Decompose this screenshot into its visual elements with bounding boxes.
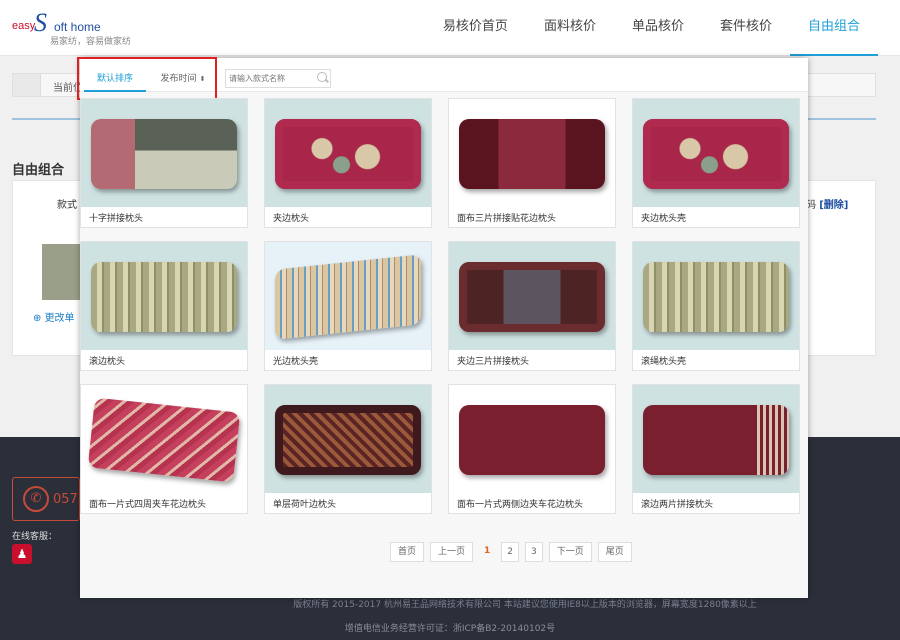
product-image xyxy=(449,242,615,350)
nav-set-pricing[interactable]: 套件核价 xyxy=(702,0,790,56)
site-logo[interactable]: easy S oft home 易家纺，容易做家纺 xyxy=(12,10,142,50)
product-image xyxy=(633,99,799,207)
product-image xyxy=(81,99,247,207)
product-name: 夹边枕头 xyxy=(273,214,310,224)
product-name: 十字拼接枕头 xyxy=(89,214,144,224)
delete-link[interactable]: [删除] xyxy=(819,200,848,211)
product-card[interactable]: 滚绳枕头壳 xyxy=(632,241,800,371)
qq-icon[interactable]: ♟ xyxy=(12,544,32,564)
pager-prev[interactable]: 上一页 xyxy=(430,542,474,562)
product-image xyxy=(633,242,799,350)
search-icon[interactable] xyxy=(317,72,327,82)
product-name: 面布三片拼接贴花边枕头 xyxy=(457,214,557,224)
nav-fabric-pricing[interactable]: 面料核价 xyxy=(526,0,614,56)
search-input[interactable] xyxy=(226,70,314,87)
pager-page-1[interactable]: 1 xyxy=(479,542,495,562)
product-image xyxy=(265,385,431,493)
product-card[interactable]: 十字拼接枕头 xyxy=(80,98,248,228)
product-name: 夹边三片拼接枕头 xyxy=(457,357,530,367)
product-card[interactable]: 光边枕头壳 xyxy=(264,241,432,371)
change-item-link[interactable]: ⊕ 更改单 xyxy=(33,309,75,324)
pillow-image xyxy=(643,119,789,189)
product-name: 滚绳枕头壳 xyxy=(641,357,687,367)
logo-s-mark: S xyxy=(34,8,47,37)
pillow-image xyxy=(275,405,421,475)
pillow-image xyxy=(275,119,421,189)
product-card[interactable]: 滚边枕头 xyxy=(80,241,248,371)
home-icon[interactable] xyxy=(13,74,41,96)
product-image xyxy=(449,99,615,207)
pillow-image xyxy=(459,262,605,332)
sort-default-tab[interactable]: 默认排序 xyxy=(84,68,146,92)
product-name: 面布一片式四周夹车花边枕头 xyxy=(89,500,207,510)
modal-toolbar: 默认排序 发布时间 ⬍ xyxy=(77,57,808,100)
pillow-image xyxy=(459,119,605,189)
main-nav: 易核价首页 面料核价 单品核价 套件核价 自由组合 xyxy=(425,0,878,56)
product-name: 单层荷叶边枕头 xyxy=(273,500,337,510)
product-card[interactable]: 滚边两片拼接枕头 xyxy=(632,384,800,514)
product-image xyxy=(265,99,431,207)
product-name: 面布一片式两侧边夹车花边枕头 xyxy=(457,500,584,510)
product-name: 滚边枕头 xyxy=(89,357,126,367)
logo-soft-home: oft home xyxy=(54,20,101,34)
online-service-label: 在线客服： xyxy=(12,532,58,542)
sort-time-tab[interactable]: 发布时间 ⬍ xyxy=(150,68,216,92)
pillow-image xyxy=(275,254,421,340)
column-style: 款式 xyxy=(57,200,77,211)
copyright-text: 版权所有 2015-2017 杭州易王品网络技术有限公司 本站建议您使用IE8以… xyxy=(293,600,757,610)
pillow-image xyxy=(87,397,241,483)
breadcrumb-text: 当前位 xyxy=(53,83,83,94)
product-card[interactable]: 夹边三片拼接枕头 xyxy=(448,241,616,371)
product-image xyxy=(81,385,247,493)
product-card[interactable]: 面布一片式两侧边夹车花边枕头 xyxy=(448,384,616,514)
phone-icon: ✆ xyxy=(23,486,49,512)
nav-free-combination[interactable]: 自由组合 xyxy=(789,0,878,56)
product-name: 夹边枕头壳 xyxy=(641,214,687,224)
logo-slogan: 易家纺，容易做家纺 xyxy=(50,37,132,47)
pager-first[interactable]: 首页 xyxy=(390,542,425,562)
product-card[interactable]: 夹边枕头 xyxy=(264,98,432,228)
product-card[interactable]: 夹边枕头壳 xyxy=(632,98,800,228)
pagination: 首页 上一页 1 2 3 下一页 尾页 xyxy=(390,542,632,562)
search-box xyxy=(225,69,331,88)
pillow-image xyxy=(91,119,237,189)
logo-easy: easy xyxy=(12,20,36,32)
pager-page-2[interactable]: 2 xyxy=(501,542,520,562)
nav-home[interactable]: 易核价首页 xyxy=(425,0,526,56)
pillow-image xyxy=(459,405,605,475)
column-code: 码 [删除] xyxy=(806,200,849,211)
icp-text: 增值电信业务经营许可证：浙ICP备B2-20140102号 xyxy=(344,624,556,634)
nav-single-pricing[interactable]: 单品核价 xyxy=(614,0,702,56)
product-picker-modal: 默认排序 发布时间⬍ 十字拼接枕头 夹边枕头 面布三片拼接贴花边枕头 夹边枕头壳 xyxy=(77,57,808,598)
site-header: easy S oft home 易家纺，容易做家纺 易核价首页 面料核价 单品核… xyxy=(0,0,900,56)
pager-page-3[interactable]: 3 xyxy=(525,542,543,562)
product-card[interactable]: 面布三片拼接贴花边枕头 xyxy=(448,98,616,228)
product-image xyxy=(81,242,247,350)
product-name: 滚边两片拼接枕头 xyxy=(641,500,714,510)
product-card[interactable]: 面布一片式四周夹车花边枕头 xyxy=(80,384,248,514)
pager-last[interactable]: 尾页 xyxy=(597,542,632,562)
sort-arrow-icon: ⬍ xyxy=(199,75,206,83)
section-title: 自由组合 xyxy=(12,163,65,178)
phone-box: ✆ 0571 xyxy=(12,477,86,521)
product-image xyxy=(449,385,615,493)
pillow-image xyxy=(91,262,237,332)
product-name: 光边枕头壳 xyxy=(273,357,319,367)
pager-next[interactable]: 下一页 xyxy=(548,542,592,562)
product-card[interactable]: 单层荷叶边枕头 xyxy=(264,384,432,514)
pillow-image xyxy=(643,405,789,475)
selected-item-thumbnail xyxy=(42,244,82,300)
product-image xyxy=(633,385,799,493)
product-image xyxy=(265,242,431,350)
pillow-image xyxy=(643,262,789,332)
